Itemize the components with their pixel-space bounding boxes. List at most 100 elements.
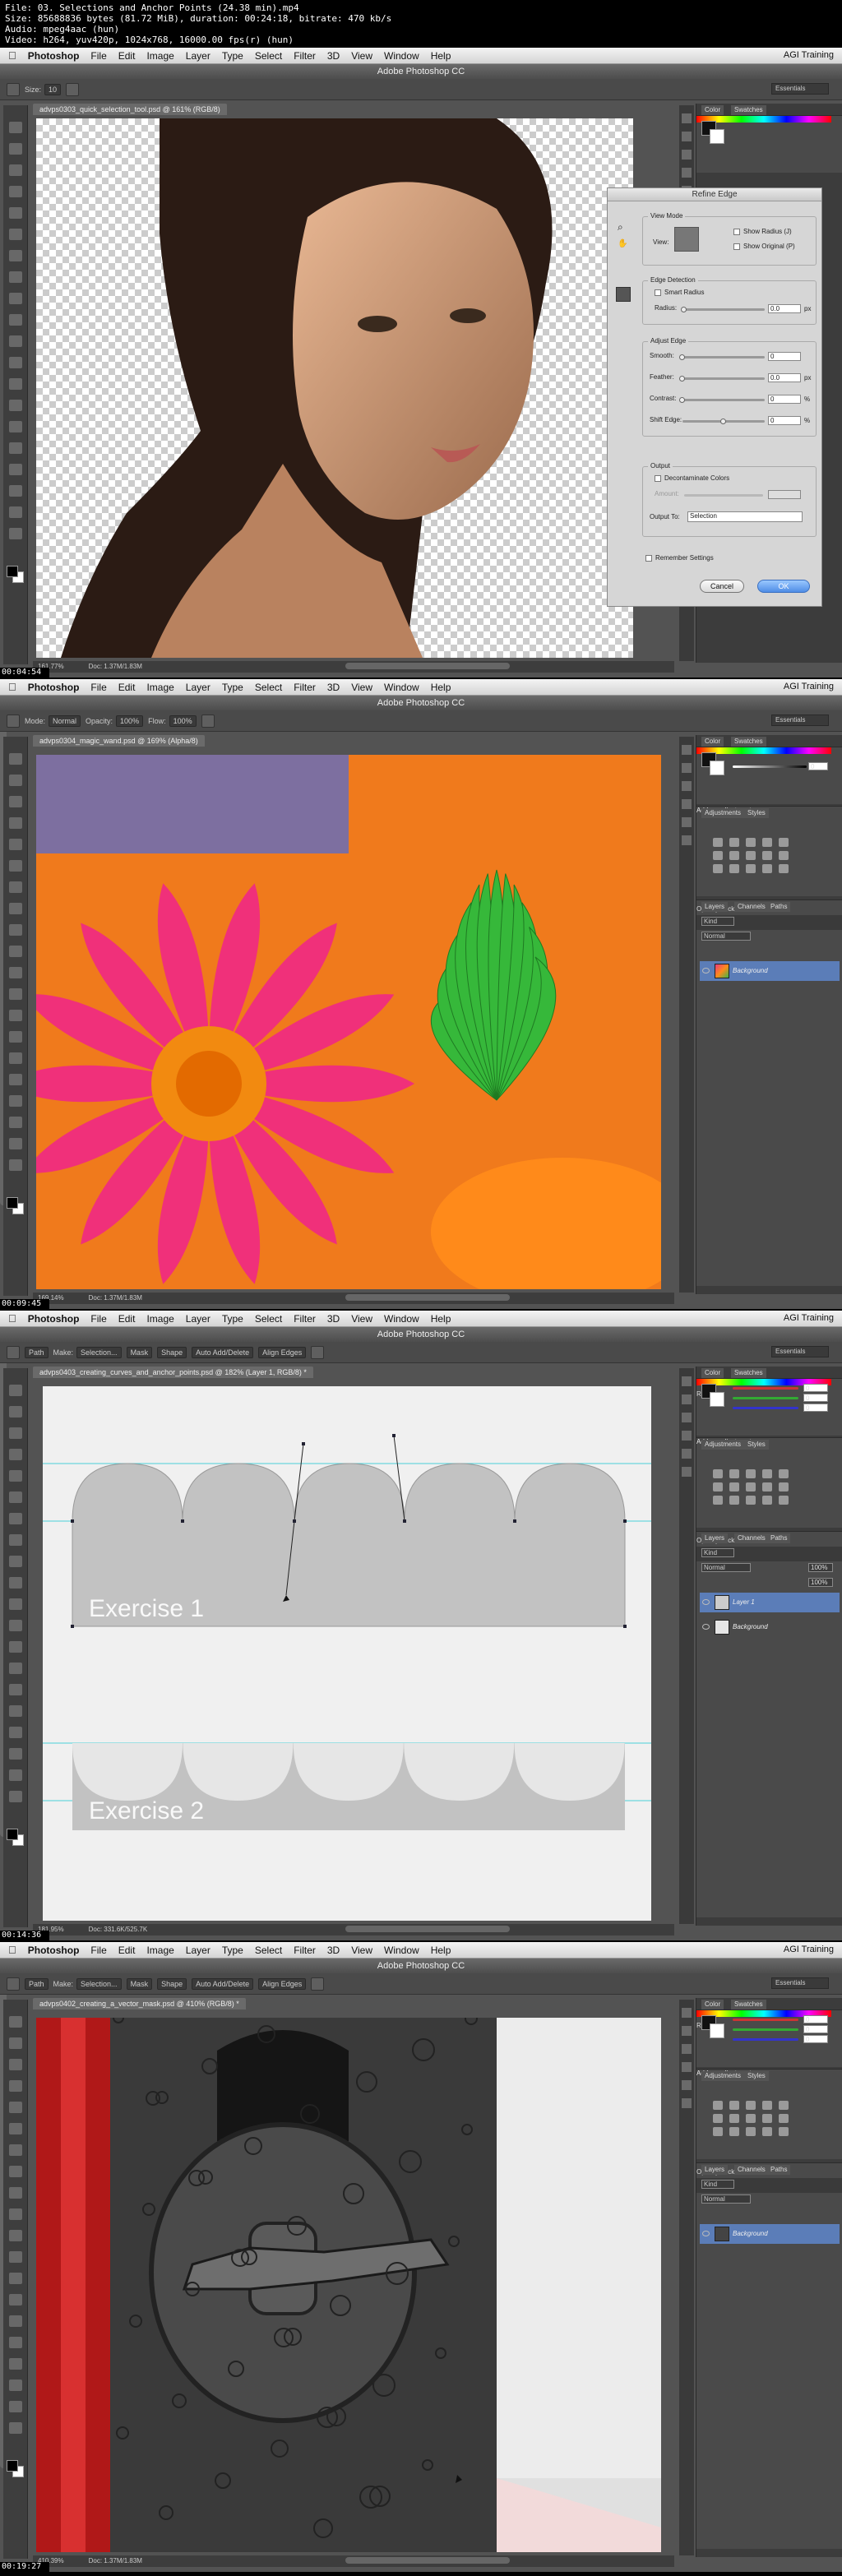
menu-item-select[interactable]: Select: [255, 50, 282, 62]
path-selection-tool-icon[interactable]: [9, 2358, 22, 2370]
panel-tab-paths[interactable]: Paths: [767, 1533, 791, 1543]
history-brush-tool-icon[interactable]: [9, 2208, 22, 2220]
menu-item-image[interactable]: Image: [146, 1945, 173, 1956]
opacity-field[interactable]: 100%: [808, 1563, 833, 1572]
quick-selection-tool-icon[interactable]: [9, 1449, 22, 1460]
zoom-tool-icon[interactable]: [9, 2422, 22, 2434]
menu-item-view[interactable]: View: [351, 1945, 372, 1956]
menu-item-edit[interactable]: Edit: [118, 50, 136, 62]
history-brush-tool-icon[interactable]: [9, 1577, 22, 1589]
blur-tool-icon[interactable]: [9, 2273, 22, 2284]
crop-tool-icon[interactable]: [9, 839, 22, 850]
panel-dock-icon[interactable]: [682, 2098, 692, 2108]
menu-item-help[interactable]: Help: [431, 1945, 451, 1956]
panel-tab-styles[interactable]: Styles: [744, 808, 769, 818]
panel-tab-color[interactable]: Color: [701, 737, 724, 747]
menu-item-select[interactable]: Select: [255, 1945, 282, 1956]
adjustment-icon[interactable]: [762, 838, 772, 847]
app-menu[interactable]: Photoshop: [28, 1313, 80, 1325]
blend-mode-select[interactable]: Normal: [701, 2194, 751, 2204]
panel-dock-icon[interactable]: [682, 2080, 692, 2090]
document-tab[interactable]: advps0403_creating_curves_and_anchor_poi…: [33, 1367, 313, 1378]
panel-tab-adjustments[interactable]: Adjustments: [701, 2071, 745, 2081]
apple-menu-icon[interactable]: : [8, 1944, 16, 1956]
menu-item-edit[interactable]: Edit: [118, 1313, 136, 1325]
move-tool-icon[interactable]: [9, 2016, 22, 2028]
ok-button[interactable]: OK: [757, 580, 810, 593]
quick-selection-tool-icon[interactable]: [9, 817, 22, 829]
foreground-color-swatch[interactable]: [7, 2460, 18, 2472]
option-mode-value[interactable]: Path: [25, 1977, 49, 1990]
eyedropper-tool-icon[interactable]: [9, 1491, 22, 1503]
panel-tab-color[interactable]: Color: [701, 2000, 724, 2009]
panel-dock-icon[interactable]: [682, 799, 692, 809]
adjustment-icon[interactable]: [713, 851, 723, 860]
option-align[interactable]: Align Edges: [258, 1346, 307, 1358]
brush-tool-icon[interactable]: [9, 2166, 22, 2177]
panel-tab-paths[interactable]: Paths: [767, 902, 791, 912]
menu-item-window[interactable]: Window: [384, 682, 419, 693]
menu-item-type[interactable]: Type: [222, 50, 243, 62]
menu-item-view[interactable]: View: [351, 50, 372, 62]
remember-settings-checkbox[interactable]: [645, 555, 652, 562]
slider-knob[interactable]: [679, 397, 685, 403]
crop-tool-icon[interactable]: [9, 1470, 22, 1482]
adjustment-icon[interactable]: [746, 1469, 756, 1478]
option-flow-value[interactable]: 100%: [169, 715, 197, 727]
app-menu[interactable]: Photoshop: [28, 682, 80, 693]
menu-item-file[interactable]: File: [90, 50, 106, 62]
panel-dock-icon[interactable]: [682, 1431, 692, 1441]
tool-preset-icon[interactable]: [7, 1345, 20, 1359]
rgb-value-field[interactable]: 0: [803, 1394, 828, 1402]
adjustment-icon[interactable]: [713, 1482, 723, 1491]
zoom-tool-icon[interactable]: [9, 1159, 22, 1171]
menu-item-file[interactable]: File: [90, 1945, 106, 1956]
tool-preset-icon[interactable]: [7, 82, 20, 96]
blend-mode-select[interactable]: Normal: [701, 1563, 751, 1572]
panel-tab-channels[interactable]: Channels: [734, 902, 769, 912]
adjustment-icon[interactable]: [779, 2127, 789, 2136]
k-slider[interactable]: [733, 765, 807, 768]
layer-visibility-eye-icon[interactable]: [702, 968, 710, 974]
adjustment-icon[interactable]: [729, 851, 739, 860]
adjustment-icon[interactable]: [713, 864, 723, 873]
menu-item-help[interactable]: Help: [431, 50, 451, 62]
bg-color-chip[interactable]: [710, 1392, 724, 1407]
contrast-field[interactable]: 0: [768, 395, 801, 404]
panel-dock-icon[interactable]: [682, 835, 692, 845]
menu-item-3d[interactable]: 3D: [327, 682, 340, 693]
panel-dock-icon[interactable]: [682, 1376, 692, 1386]
rgb-slider[interactable]: [733, 1407, 798, 1409]
rectangle-tool-icon[interactable]: [9, 2379, 22, 2391]
menu-item-type[interactable]: Type: [222, 682, 243, 693]
option-shape[interactable]: Shape: [157, 1977, 187, 1990]
adjustment-icon[interactable]: [779, 838, 789, 847]
crop-tool-icon[interactable]: [9, 2102, 22, 2113]
gradient-tool-icon[interactable]: [9, 2251, 22, 2263]
hand-tool-icon[interactable]: [9, 1769, 22, 1781]
move-tool-icon[interactable]: [9, 122, 22, 133]
layer-visibility-eye-icon[interactable]: [702, 1624, 710, 1630]
adjustment-icon[interactable]: [746, 2114, 756, 2123]
adjustment-icon[interactable]: [779, 864, 789, 873]
lasso-tool-icon[interactable]: [9, 164, 22, 176]
adjustment-icon[interactable]: [713, 2127, 723, 2136]
adjustment-icon[interactable]: [729, 2114, 739, 2123]
zoom-tool-icon[interactable]: [9, 1791, 22, 1802]
blur-tool-icon[interactable]: [9, 1010, 22, 1021]
color-spectrum-bar[interactable]: [696, 747, 831, 754]
eyedropper-tool-icon[interactable]: [9, 860, 22, 872]
adjustment-icon[interactable]: [779, 1469, 789, 1478]
shift-edge-field[interactable]: 0: [768, 416, 801, 425]
adjustment-icon[interactable]: [729, 838, 739, 847]
option-mask[interactable]: Mask: [126, 1977, 153, 1990]
menu-item-layer[interactable]: Layer: [186, 1313, 210, 1325]
adjustment-icon[interactable]: [746, 838, 756, 847]
menu-item-file[interactable]: File: [90, 1313, 106, 1325]
hand-tool-icon[interactable]: [9, 1138, 22, 1149]
feather-field[interactable]: 0.0: [768, 373, 801, 382]
adjustment-icon[interactable]: [762, 864, 772, 873]
menu-item-file[interactable]: File: [90, 682, 106, 693]
option-opacity-value[interactable]: 100%: [116, 715, 144, 727]
adjustment-icon[interactable]: [729, 1469, 739, 1478]
